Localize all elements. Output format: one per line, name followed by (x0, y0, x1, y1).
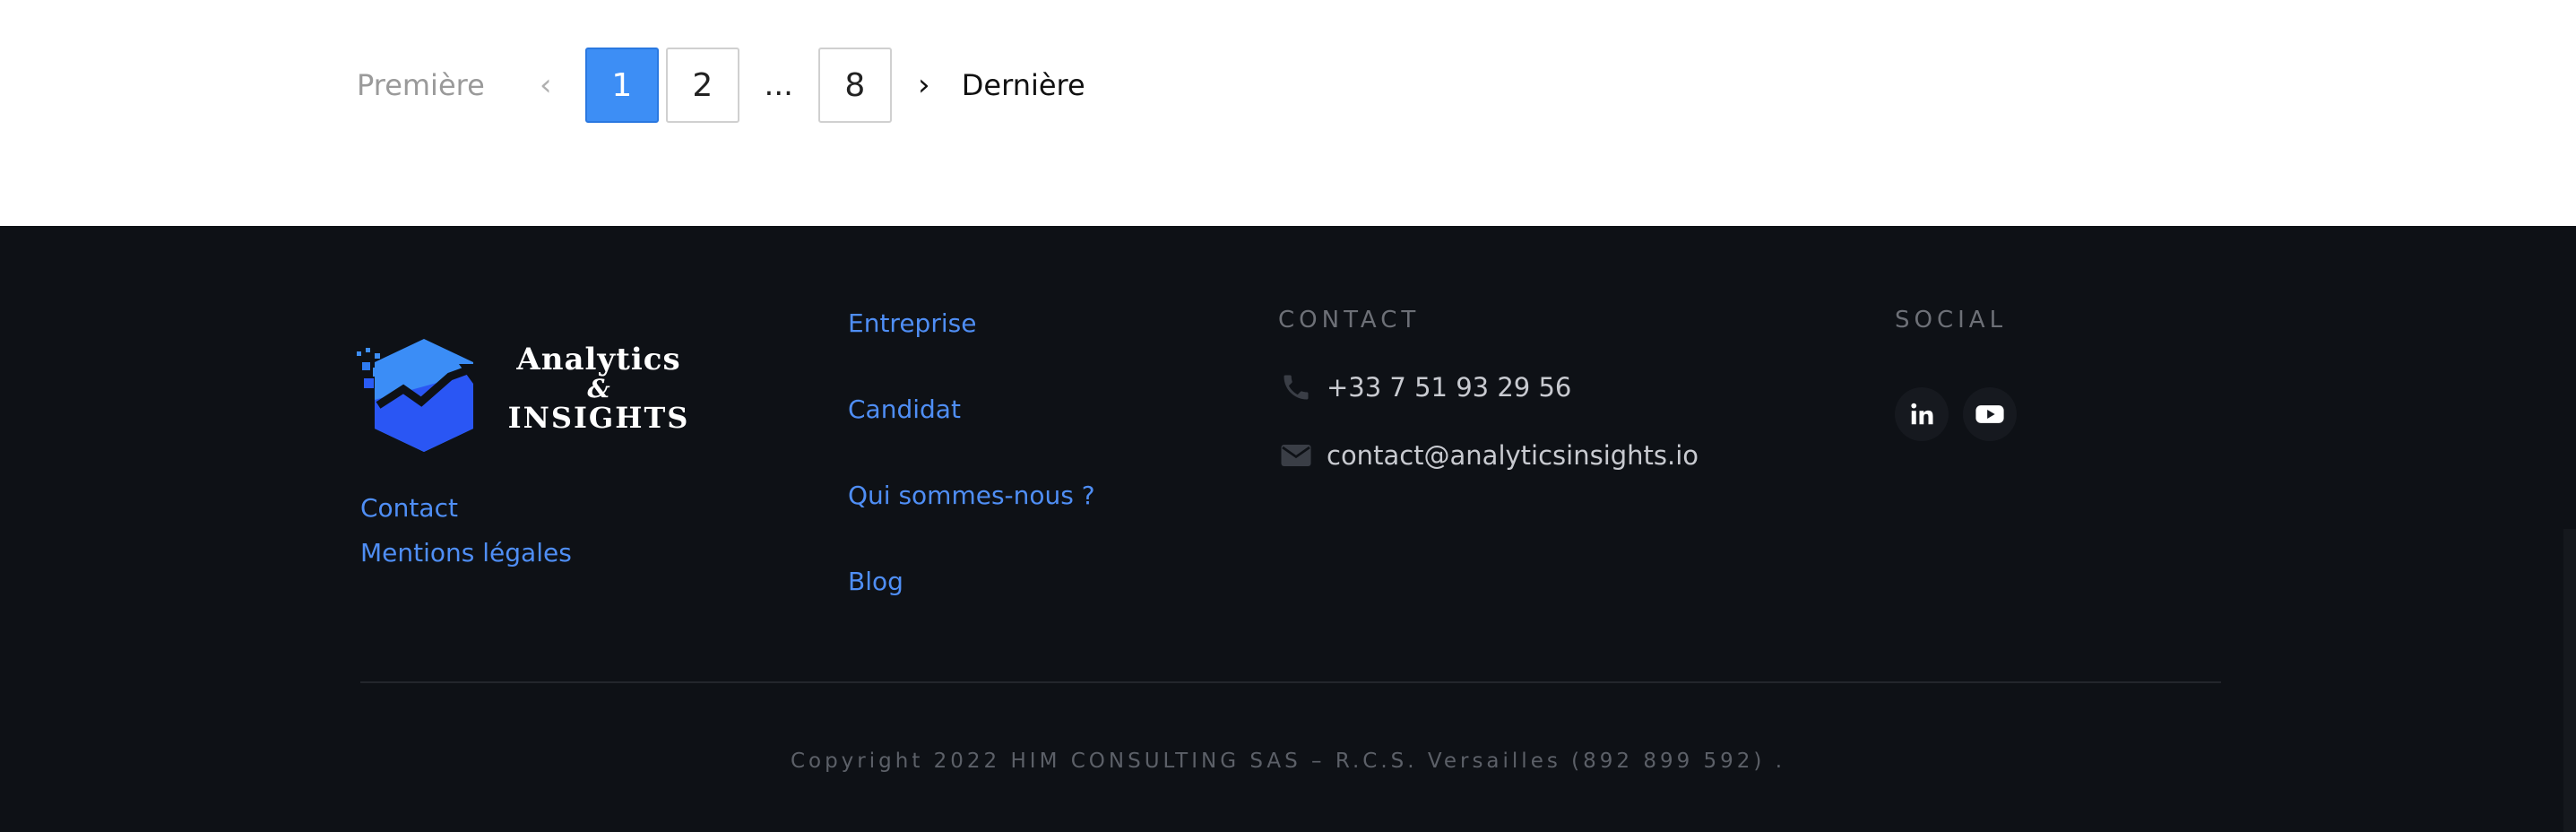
last-page-link[interactable]: Dernière (962, 68, 1085, 102)
logo-ampersand: & (587, 374, 610, 403)
phone-icon (1278, 369, 1314, 405)
footer-nav-links: Entreprise Candidat Qui sommes-nous ? Bl… (848, 308, 1095, 653)
footer-link-about[interactable]: Qui sommes-nous ? (848, 481, 1095, 511)
linkedin-icon[interactable] (1895, 387, 1949, 441)
contact-email-text: contact@analyticsinsights.io (1327, 440, 1699, 471)
logo-line-analytics: Analytics (516, 342, 681, 377)
chevron-left-icon[interactable]: ‹ (528, 67, 564, 103)
scrollbar-thumb[interactable] (2563, 529, 2576, 832)
page-2-button[interactable]: 2 (665, 48, 739, 123)
logo-wordmark: Analytics & INSIGHTS (500, 344, 697, 432)
copyright-text: Copyright 2022 HIM CONSULTING SAS – R.C.… (790, 750, 1786, 773)
footer-left-links: Contact Mentions légales (360, 493, 572, 583)
page-1-button[interactable]: 1 (584, 48, 659, 123)
footer-link-candidat[interactable]: Candidat (848, 394, 1095, 425)
envelope-icon (1278, 438, 1314, 473)
footer-divider (360, 681, 2221, 683)
logo-mark-icon (357, 339, 477, 452)
social-heading: SOCIAL (1895, 307, 2008, 334)
footer-contact: CONTACT +33 7 51 93 29 56 contact@analyt… (1278, 307, 1699, 473)
brand-logo[interactable]: Analytics & INSIGHTS (357, 337, 697, 454)
contact-email[interactable]: contact@analyticsinsights.io (1278, 438, 1699, 473)
pagination: Première ‹ 1 2 ... 8 › Dernière (357, 48, 1085, 123)
contact-phone-text: +33 7 51 93 29 56 (1327, 372, 1572, 403)
footer-link-entreprise[interactable]: Entreprise (848, 308, 1095, 339)
contact-phone[interactable]: +33 7 51 93 29 56 (1278, 369, 1699, 405)
first-page-link[interactable]: Première (357, 68, 485, 102)
youtube-icon[interactable] (1963, 387, 2017, 441)
footer-link-legal[interactable]: Mentions légales (360, 538, 572, 568)
logo-line-insights: INSIGHTS (507, 401, 690, 435)
chevron-right-icon[interactable]: › (906, 67, 942, 103)
footer-social: SOCIAL (1895, 307, 2031, 441)
contact-heading: CONTACT (1278, 307, 1421, 334)
footer-link-blog[interactable]: Blog (848, 567, 1095, 597)
footer-link-contact[interactable]: Contact (360, 493, 572, 524)
site-footer: Analytics & INSIGHTS Contact Mentions lé… (0, 226, 2576, 832)
pagination-ellipsis: ... (764, 67, 793, 103)
social-icons (1895, 387, 2031, 441)
page-8-button[interactable]: 8 (817, 48, 892, 123)
